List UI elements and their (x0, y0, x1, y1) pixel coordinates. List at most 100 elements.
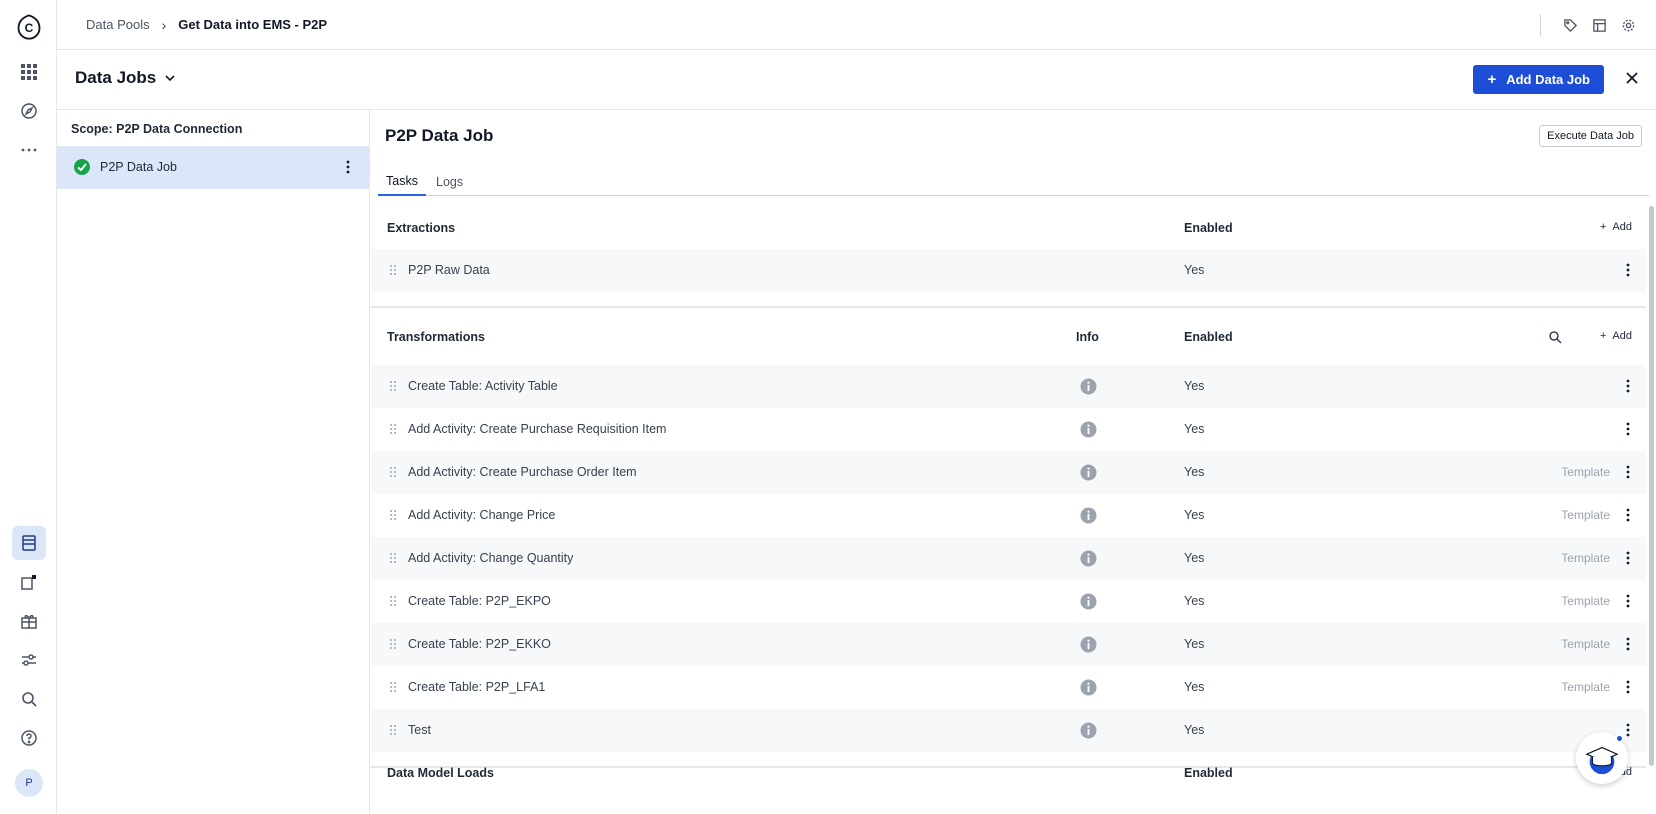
chevron-right-icon: › (161, 16, 167, 33)
row-menu-icon[interactable] (1620, 261, 1636, 279)
transformations-enabled-header: Enabled (1184, 330, 1233, 344)
tab-logs[interactable]: Logs (428, 168, 471, 196)
row-menu-icon[interactable] (1620, 420, 1636, 438)
scrollbar[interactable] (1649, 206, 1654, 766)
drag-handle-icon[interactable] (389, 595, 399, 607)
divider (1540, 14, 1541, 36)
table-row[interactable]: Add Activity: Create Purchase Order Item… (371, 451, 1646, 494)
extractions-title: Extractions (387, 221, 456, 235)
model-loads-header: Data Model Loads Enabled +Add (371, 758, 1646, 788)
plus-icon: + (1487, 71, 1497, 88)
drag-handle-icon[interactable] (389, 466, 399, 478)
row-menu-icon[interactable] (1620, 592, 1636, 610)
task-enabled: Yes (1184, 637, 1205, 651)
add-data-job-button[interactable]: + Add Data Job (1473, 65, 1604, 94)
info-icon[interactable] (1080, 421, 1097, 438)
task-name: Create Table: P2P_LFA1 (408, 680, 546, 694)
task-name: Add Activity: Create Purchase Requisitio… (408, 422, 667, 436)
template-badge: Template (1561, 551, 1610, 565)
info-icon[interactable] (1080, 722, 1097, 739)
info-icon[interactable] (1080, 636, 1097, 653)
job-list-panel: Scope: P2P Data Connection P2P Data Job (57, 110, 370, 814)
row-menu-icon[interactable] (1620, 377, 1636, 395)
layout-icon[interactable] (1592, 18, 1607, 33)
sliders-icon[interactable] (12, 643, 46, 677)
job-list-item[interactable]: P2P Data Job (57, 146, 370, 189)
breadcrumb-current: Get Data into EMS - P2P (178, 17, 328, 32)
apps-grid-icon[interactable] (12, 55, 46, 89)
info-icon[interactable] (1080, 593, 1097, 610)
table-row[interactable]: Create Table: P2P_EKPO Yes Template (371, 580, 1646, 623)
row-menu-icon[interactable] (1620, 549, 1636, 567)
task-name: Add Activity: Change Price (408, 508, 556, 522)
table-row[interactable]: Create Table: Activity Table Yes (371, 365, 1646, 408)
add-data-job-label: Add Data Job (1506, 72, 1590, 87)
data-jobs-dropdown[interactable]: Data Jobs (75, 68, 176, 88)
row-menu-icon[interactable] (1620, 635, 1636, 653)
extractions-add-button[interactable]: + Add (1600, 221, 1632, 233)
task-enabled: Yes (1184, 680, 1205, 694)
table-row[interactable]: Test Yes (371, 709, 1646, 752)
scope-label: Scope: P2P Data Connection (71, 122, 243, 136)
help-icon[interactable] (12, 721, 46, 755)
academy-button[interactable] (1576, 732, 1628, 784)
compass-icon[interactable] (12, 94, 46, 128)
section-divider (371, 306, 1646, 308)
task-name: Create Table: Activity Table (408, 379, 558, 393)
row-menu-icon[interactable] (1620, 506, 1636, 524)
table-row[interactable]: Create Table: P2P_LFA1 Yes Template (371, 666, 1646, 709)
close-icon[interactable] (1622, 68, 1642, 88)
table-row[interactable]: Add Activity: Change Price Yes Template (371, 494, 1646, 537)
tab-bar: Tasks Logs (378, 168, 1649, 196)
job-menu-icon[interactable] (340, 158, 356, 176)
info-icon[interactable] (1080, 507, 1097, 524)
new-window-icon[interactable] (12, 565, 46, 599)
gear-icon[interactable] (1621, 18, 1636, 33)
logo-letter: C (24, 21, 34, 35)
tab-tasks[interactable]: Tasks (378, 168, 426, 196)
template-badge: Template (1561, 508, 1610, 522)
job-detail-panel: P2P Data Job Execute Data Job Tasks Logs… (371, 110, 1656, 814)
add-label: Add (1612, 330, 1632, 342)
table-row[interactable]: Add Activity: Change Quantity Yes Template (371, 537, 1646, 580)
search-icon[interactable] (1548, 330, 1562, 344)
transformations-title: Transformations (387, 330, 485, 344)
tag-icon[interactable] (1563, 18, 1578, 33)
graduation-cap-icon (1585, 746, 1619, 775)
logo-icon[interactable]: C (12, 10, 46, 44)
info-icon[interactable] (1080, 464, 1097, 481)
drag-handle-icon[interactable] (389, 264, 399, 276)
search-icon[interactable] (12, 682, 46, 716)
task-enabled: Yes (1184, 508, 1205, 522)
breadcrumb-data-pools[interactable]: Data Pools (86, 17, 150, 32)
drag-handle-icon[interactable] (389, 681, 399, 693)
page-title: Data Jobs (75, 68, 157, 87)
drag-handle-icon[interactable] (389, 509, 399, 521)
execute-data-job-button[interactable]: Execute Data Job (1539, 125, 1642, 147)
more-icon[interactable] (12, 133, 46, 167)
table-row[interactable]: Add Activity: Create Purchase Requisitio… (371, 408, 1646, 451)
drag-handle-icon[interactable] (389, 638, 399, 650)
row-menu-icon[interactable] (1620, 463, 1636, 481)
data-jobs-icon[interactable] (12, 526, 46, 560)
table-row[interactable]: P2P Raw Data Yes (371, 249, 1646, 292)
gift-icon[interactable] (12, 604, 46, 638)
table-row[interactable]: Create Table: P2P_EKKO Yes Template (371, 623, 1646, 666)
drag-handle-icon[interactable] (389, 724, 399, 736)
drag-handle-icon[interactable] (389, 380, 399, 392)
app-rail: C P (0, 0, 57, 814)
model-loads-enabled-header: Enabled (1184, 766, 1233, 780)
avatar[interactable]: P (12, 766, 46, 800)
row-menu-icon[interactable] (1620, 678, 1636, 696)
transformations-add-button[interactable]: + Add (1600, 330, 1632, 342)
notification-dot (1615, 734, 1624, 743)
info-icon[interactable] (1080, 378, 1097, 395)
model-loads-title: Data Model Loads (387, 766, 494, 780)
drag-handle-icon[interactable] (389, 423, 399, 435)
info-icon[interactable] (1080, 550, 1097, 567)
extractions-header: Extractions Enabled + Add (371, 213, 1646, 243)
info-icon[interactable] (1080, 679, 1097, 696)
task-name: Create Table: P2P_EKPO (408, 594, 551, 608)
task-name: Add Activity: Change Quantity (408, 551, 574, 565)
drag-handle-icon[interactable] (389, 552, 399, 564)
